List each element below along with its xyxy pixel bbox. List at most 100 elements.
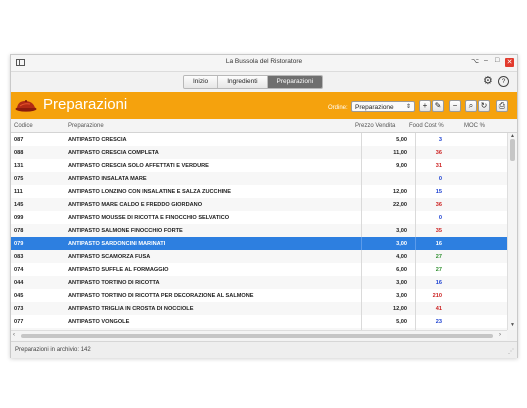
table-row[interactable]: 145 ANTIPASTO MARE CALDO E FREDDO GIORDAN… xyxy=(11,198,507,211)
scroll-right-icon[interactable]: › xyxy=(499,332,501,338)
column-divider xyxy=(361,250,362,263)
cell-code: 077 xyxy=(14,319,24,325)
cell-code: 099 xyxy=(14,215,24,221)
tab-preparazioni[interactable]: Preparazioni xyxy=(267,76,323,88)
section-tabs: Inizio Ingredienti Preparazioni xyxy=(183,75,324,89)
cell-code: 145 xyxy=(14,202,24,208)
cell-price: 3,00 xyxy=(396,241,407,247)
column-header-price[interactable]: Prezzo Vendita xyxy=(355,123,395,129)
cell-food-cost: 16 xyxy=(435,241,442,247)
cell-food-cost: 210 xyxy=(432,293,442,299)
scroll-left-icon[interactable]: ‹ xyxy=(13,332,15,338)
chevron-updown-icon: ⇕ xyxy=(405,104,411,110)
cell-preparation: ANTIPASTO CRESCIA SOLO AFFETTATI E VERDU… xyxy=(68,163,209,169)
gear-icon[interactable]: ⚙ xyxy=(483,75,493,87)
refresh-button[interactable]: ↻ xyxy=(478,100,490,112)
cell-preparation: ANTIPASTO SCAMORZA FUSA xyxy=(68,254,151,260)
column-divider xyxy=(415,276,416,289)
cell-code: 074 xyxy=(14,267,24,273)
table-row[interactable]: 083 ANTIPASTO SCAMORZA FUSA 4,00 27 xyxy=(11,250,507,263)
table-row[interactable]: 078 ANTIPASTO SALMONE FINOCCHIO FORTE 3,00… xyxy=(11,224,507,237)
cell-preparation: ANTIPASTO CRESCIA xyxy=(68,137,127,143)
column-divider xyxy=(361,302,362,315)
cell-price: 9,00 xyxy=(396,163,407,169)
column-header-preparation[interactable]: Preparazione xyxy=(68,123,104,129)
table-row[interactable]: 073 ANTIPASTO TRIGLIA IN CROSTA DI NOCCIO… xyxy=(11,302,507,315)
cell-preparation: ANTIPASTO INSALATA MARE xyxy=(68,176,147,182)
cell-price: 22,00 xyxy=(393,202,407,208)
column-divider xyxy=(361,146,362,159)
scroll-down-icon[interactable]: ▼ xyxy=(510,322,515,328)
column-divider xyxy=(361,211,362,224)
cell-code: 044 xyxy=(14,280,24,286)
column-divider xyxy=(361,172,362,185)
vertical-scroll-thumb[interactable] xyxy=(510,139,515,161)
cell-price: 3,00 xyxy=(396,228,407,234)
column-divider xyxy=(415,302,416,315)
pin-icon[interactable]: ⌥ xyxy=(471,57,479,65)
cell-price: 6,00 xyxy=(396,267,407,273)
cell-preparation: ANTIPASTO TORTINO DI RICOTTA xyxy=(68,280,160,286)
table-row[interactable]: 074 ANTIPASTO SUFFLE AL FORMAGGIO 6,00 27 xyxy=(11,263,507,276)
cell-code: 111 xyxy=(14,189,23,195)
tab-ingredienti[interactable]: Ingredienti xyxy=(218,76,268,88)
remove-button[interactable]: − xyxy=(449,100,461,112)
table-row[interactable]: 088 ANTIPASTO CRESCIA COMPLETA 11,00 36 xyxy=(11,146,507,159)
column-divider xyxy=(415,237,416,250)
cell-price: 5,00 xyxy=(396,319,407,325)
search-button[interactable]: ⌕ xyxy=(465,100,477,112)
horizontal-scroll-thumb[interactable] xyxy=(21,334,493,338)
help-icon[interactable]: ? xyxy=(498,76,509,87)
column-divider xyxy=(415,250,416,263)
resize-grip-icon[interactable]: ⋰ xyxy=(508,348,514,355)
cell-food-cost: 15 xyxy=(435,189,442,195)
close-button[interactable]: ✕ xyxy=(505,58,514,67)
cell-price: 5,00 xyxy=(396,137,407,143)
record-count: Preparazioni in archivio: 142 xyxy=(15,347,91,353)
table-row[interactable]: 077 ANTIPASTO VONGOLE 5,00 23 xyxy=(11,315,507,328)
cell-price: 11,00 xyxy=(393,150,407,156)
window-title: La Bussola del Ristoratore xyxy=(225,58,303,65)
cell-price: 3,00 xyxy=(396,280,407,286)
column-divider xyxy=(415,146,416,159)
cell-preparation: ANTIPASTO LONZINO CON INSALATINE E SALZA… xyxy=(68,189,231,195)
table-row[interactable]: 079 ANTIPASTO SARDONCINI MARINATI 3,00 16 xyxy=(11,237,507,250)
cell-preparation: ANTIPASTO TRIGLIA IN CROSTA DI NOCCIOLE xyxy=(68,306,194,312)
maximize-button[interactable]: □ xyxy=(495,57,499,64)
print-button[interactable]: ⎙ xyxy=(496,100,508,112)
cell-preparation: ANTIPASTO VONGOLE xyxy=(68,319,130,325)
column-divider xyxy=(415,185,416,198)
cell-code: 075 xyxy=(14,176,24,182)
column-header-moc[interactable]: MOC % xyxy=(464,123,485,129)
column-header-code[interactable]: Codice xyxy=(14,123,33,129)
cell-code: 087 xyxy=(14,137,24,143)
app-window: La Bussola del Ristoratore ⌥ – □ ✕ Inizi… xyxy=(10,54,518,358)
table-row[interactable]: 075 ANTIPASTO INSALATA MARE 0 xyxy=(11,172,507,185)
table-row[interactable]: 131 ANTIPASTO CRESCIA SOLO AFFETTATI E VE… xyxy=(11,159,507,172)
cell-food-cost: 0 xyxy=(438,176,442,182)
cell-food-cost: 16 xyxy=(435,280,442,286)
column-divider xyxy=(361,159,362,172)
column-divider xyxy=(415,224,416,237)
cell-food-cost: 31 xyxy=(435,163,442,169)
edit-button[interactable]: ✎ xyxy=(432,100,444,112)
table-row[interactable]: 111 ANTIPASTO LONZINO CON INSALATINE E SA… xyxy=(11,185,507,198)
minimize-button[interactable]: – xyxy=(484,57,488,64)
table-row[interactable]: 087 ANTIPASTO CRESCIA 5,00 3 xyxy=(11,133,507,146)
column-divider xyxy=(415,211,416,224)
order-select[interactable]: Preparazione ⇕ xyxy=(351,101,415,112)
add-button[interactable]: + xyxy=(419,100,431,112)
cell-food-cost: 3 xyxy=(438,137,442,143)
cell-code: 073 xyxy=(14,306,24,312)
tab-inizio[interactable]: Inizio xyxy=(184,76,219,88)
column-divider xyxy=(415,133,416,146)
cell-preparation: ANTIPASTO TORTINO DI RICOTTA PER DECORAZ… xyxy=(68,293,254,299)
cell-food-cost: 41 xyxy=(435,306,442,312)
vertical-scrollbar[interactable]: ▲ ▼ xyxy=(507,133,517,330)
table-row[interactable]: 099 ANTIPASTO MOUSSE DI RICOTTA E FINOCCH… xyxy=(11,211,507,224)
cell-code: 045 xyxy=(14,293,24,299)
table-row[interactable]: 044 ANTIPASTO TORTINO DI RICOTTA 3,00 16 xyxy=(11,276,507,289)
table-row[interactable]: 045 ANTIPASTO TORTINO DI RICOTTA PER DECO… xyxy=(11,289,507,302)
column-header-food-cost[interactable]: Food Cost % xyxy=(409,123,444,129)
horizontal-scrollbar[interactable]: ‹ › xyxy=(11,330,507,340)
